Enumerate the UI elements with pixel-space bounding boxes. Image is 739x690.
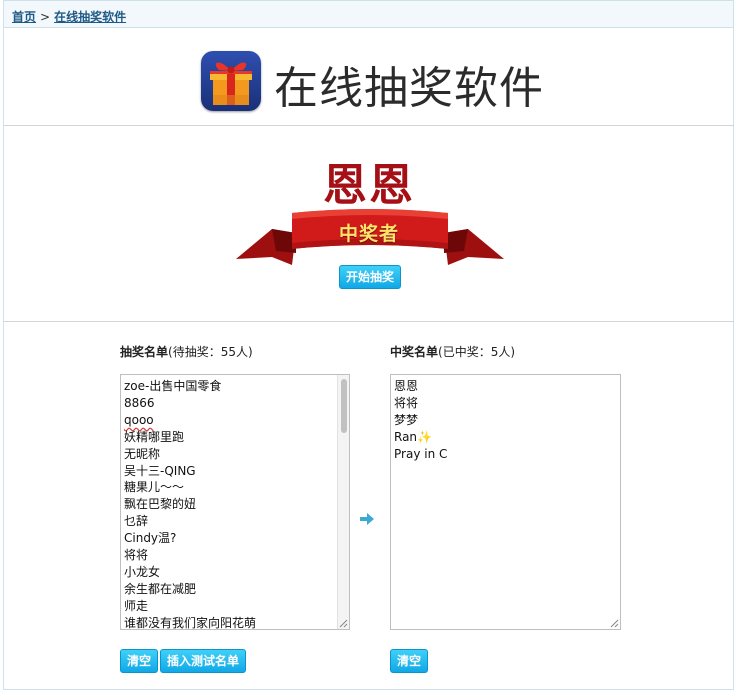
winner-name: 恩恩: [323, 160, 415, 211]
pending-list-header: 抽奖名单(待抽奖：55人): [120, 343, 253, 360]
list-item: 飘在巴黎的妞: [124, 497, 197, 512]
resize-handle-icon[interactable]: [339, 619, 348, 628]
list-item: 梦梦: [394, 412, 620, 429]
arrow-right-icon: [360, 513, 374, 525]
list-item: 余生都在减肥: [124, 581, 197, 596]
breadcrumb-separator: >: [40, 10, 51, 24]
list-item: Cindy温?: [124, 531, 177, 546]
list-item: qooo: [124, 412, 154, 427]
list-item-label: Pray in C: [394, 446, 448, 461]
list-item: 师走: [124, 598, 149, 613]
winners-list-header: 中奖名单(已中奖：5人): [390, 343, 515, 360]
breadcrumb-current-link[interactable]: 在线抽奖软件: [54, 10, 126, 24]
start-draw-button[interactable]: 开始抽奖: [339, 265, 402, 289]
pending-list-scrollbar[interactable]: [337, 375, 349, 629]
list-item: 8866: [124, 395, 155, 410]
winners-list: 恩恩 将将 梦梦 Ran✨ Pray in C: [394, 378, 620, 463]
list-item: 无昵称: [124, 446, 161, 461]
page-header: 在线抽奖软件: [4, 28, 734, 126]
list-item: 将将: [394, 395, 620, 412]
pending-names-list: zoe-出售中国零食 8866 qooo 妖精哪里跑无昵称吴十三-QING 糖果儿～～ 飘…: [124, 378, 349, 630]
list-item: 吴十三-QING: [124, 463, 196, 478]
list-item-label: 梦梦: [394, 412, 419, 427]
breadcrumb-home-link[interactable]: 首页: [12, 10, 36, 24]
winners-list-title: 中奖名单: [390, 345, 439, 359]
winners-count: (已中奖：5人): [438, 345, 516, 359]
winner-display: 恩恩 中奖者 开始抽奖: [4, 127, 734, 322]
list-item: 糖果儿～～: [124, 480, 185, 495]
pending-count: (待抽奖：55人): [168, 345, 253, 359]
list-item: Pray in C: [394, 446, 620, 463]
list-item: 妖精哪里跑: [124, 429, 185, 444]
list-item-label: Ran: [394, 429, 418, 444]
pending-names-textarea[interactable]: zoe-出售中国零食 8866 qooo 妖精哪里跑无昵称吴十三-QING 糖果儿～～ 飘…: [120, 374, 350, 630]
breadcrumb: 首页 > 在线抽奖软件: [3, 0, 734, 28]
list-item: 小龙女: [124, 564, 161, 579]
list-item: 恩恩: [394, 378, 620, 395]
gift-box-icon: [201, 51, 261, 111]
list-item: 乜辞: [124, 514, 149, 529]
pending-list-title: 抽奖名单: [120, 345, 169, 359]
list-item: 将将: [124, 548, 149, 563]
list-item-label: 恩恩: [394, 379, 419, 393]
winners-textarea[interactable]: 恩恩 将将 梦梦 Ran✨ Pray in C: [390, 374, 621, 630]
resize-handle-icon[interactable]: [610, 619, 619, 628]
list-item-label: 将将: [394, 395, 419, 410]
ribbon-label: 中奖者: [338, 223, 399, 245]
sparkle-icon: ✨: [417, 429, 432, 444]
list-item: 谁都没有我们家向阳花萌: [124, 615, 257, 630]
insert-test-names-button[interactable]: 插入测试名单: [160, 649, 247, 673]
page-title: 在线抽奖软件: [274, 63, 544, 114]
list-item: zoe-出售中国零食: [124, 379, 222, 393]
scrollbar-thumb[interactable]: [341, 379, 347, 433]
winners-clear-button[interactable]: 清空: [390, 649, 429, 673]
pending-clear-button[interactable]: 清空: [120, 649, 159, 673]
list-item: Ran✨: [394, 429, 620, 446]
